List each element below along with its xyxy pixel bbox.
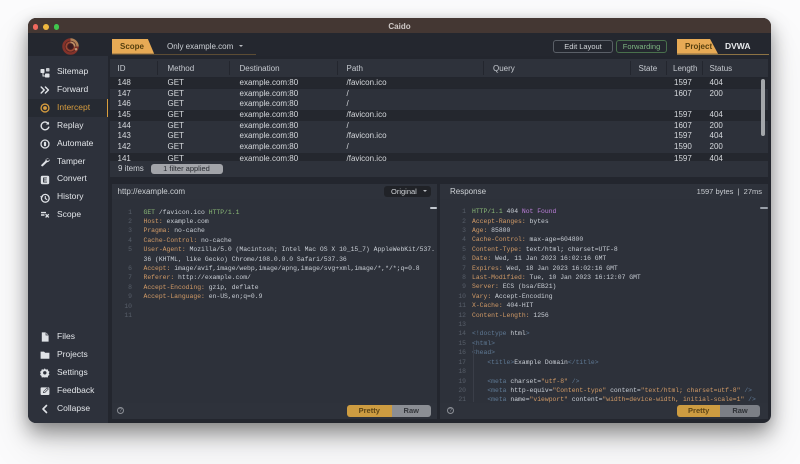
- svg-text:E: E: [42, 177, 47, 184]
